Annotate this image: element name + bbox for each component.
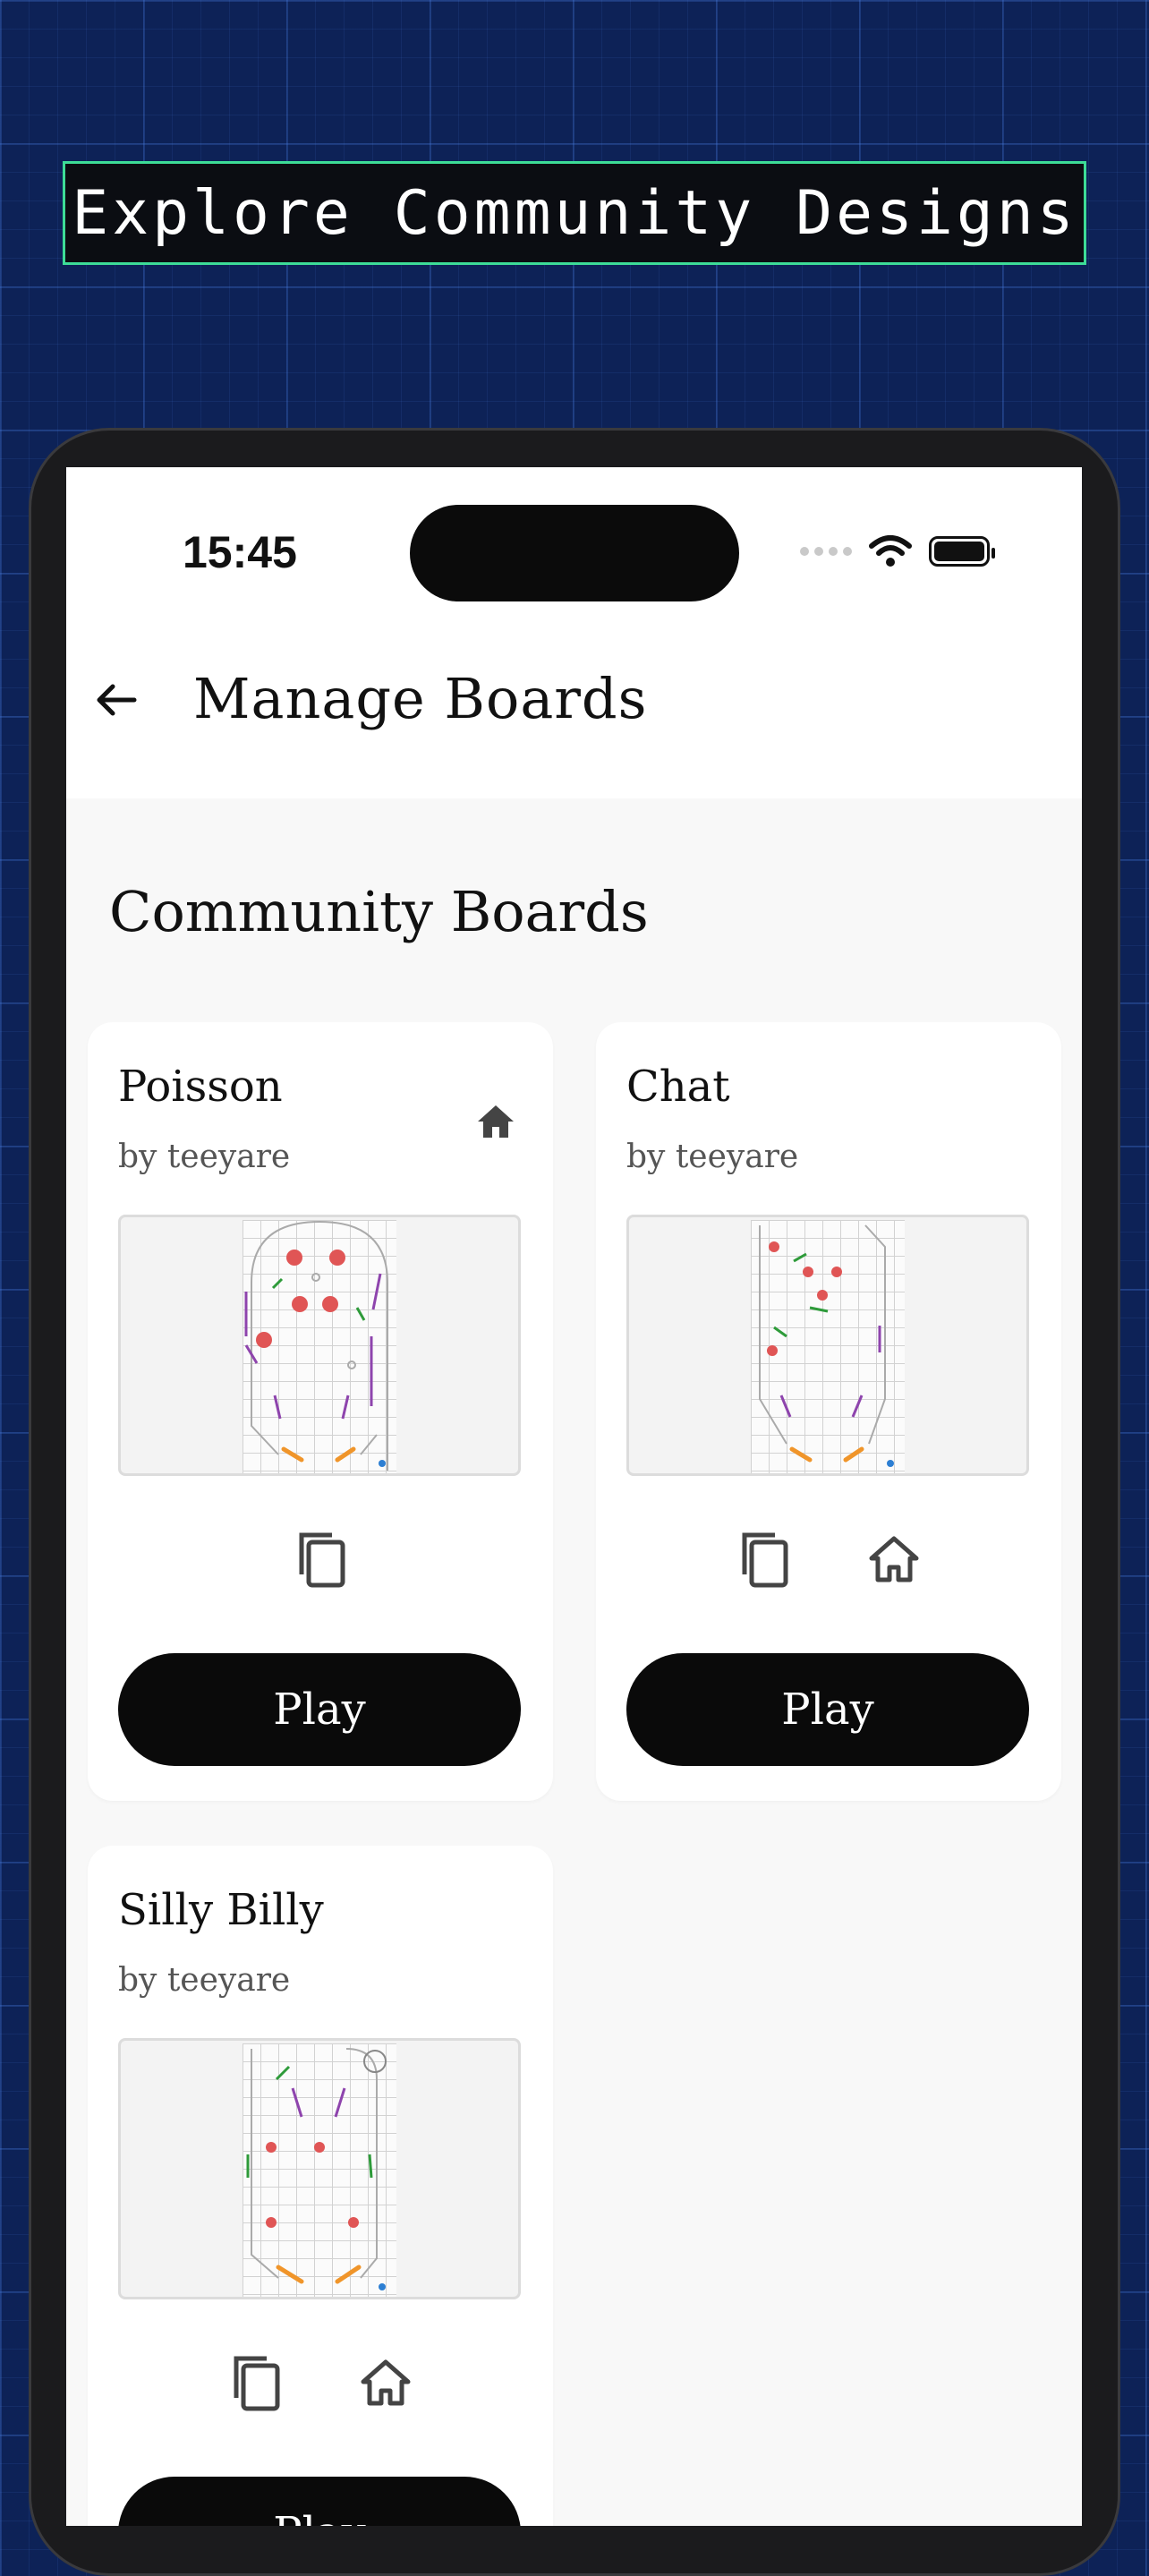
copy-icon — [742, 1532, 788, 1588]
board-card-silly-billy: Silly Billy by teeyare — [88, 1846, 553, 2526]
card-actions — [596, 1528, 1061, 1591]
status-time: 15:45 — [183, 527, 297, 577]
status-icons — [800, 533, 995, 569]
board-author: by teeyare — [118, 1962, 291, 1999]
page-title: Manage Boards — [193, 666, 648, 731]
set-home-button[interactable] — [354, 2351, 417, 2414]
board-card-poisson: Poisson by teeyare Play — [88, 1022, 553, 1801]
board-author: by teeyare — [626, 1139, 799, 1175]
top-bar: 15:45 Manage Boards — [66, 467, 1082, 798]
signal-icon — [800, 547, 852, 556]
copy-button[interactable] — [289, 1528, 352, 1591]
board-preview-drawing — [243, 2043, 396, 2297]
banner-text: Explore Community Designs — [72, 177, 1077, 249]
back-arrow-icon[interactable] — [91, 675, 141, 725]
copy-button[interactable] — [732, 1528, 795, 1591]
home-outline-icon — [869, 1536, 919, 1582]
board-preview — [626, 1215, 1029, 1476]
board-preview-drawing — [243, 1220, 396, 1473]
board-card-chat: Chat by teeyare Play — [596, 1022, 1061, 1801]
copy-icon — [234, 2356, 280, 2411]
board-preview — [118, 2038, 521, 2299]
battery-icon — [929, 536, 995, 567]
copy-icon — [299, 1532, 345, 1588]
card-actions — [88, 1528, 553, 1591]
wifi-icon — [869, 535, 912, 567]
card-actions — [88, 2351, 553, 2414]
copy-button[interactable] — [224, 2351, 286, 2414]
home-outline-icon — [361, 2359, 411, 2406]
app-screen: 15:45 Manage Boards Community Boards Poi… — [66, 467, 1082, 2526]
home-icon — [478, 1105, 514, 1138]
board-author: by teeyare — [118, 1139, 291, 1175]
board-title: Chat — [626, 1062, 730, 1112]
set-home-button[interactable] — [863, 1528, 925, 1591]
board-preview-drawing — [751, 1220, 905, 1473]
play-button[interactable]: Play — [626, 1653, 1029, 1766]
section-title: Community Boards — [109, 879, 649, 944]
play-button[interactable]: Play — [118, 2477, 521, 2526]
dynamic-island — [410, 505, 739, 601]
board-title: Poisson — [118, 1062, 283, 1112]
promo-banner: Explore Community Designs — [63, 161, 1086, 265]
play-button[interactable]: Play — [118, 1653, 521, 1766]
board-preview — [118, 1215, 521, 1476]
board-title: Silly Billy — [118, 1885, 324, 1935]
